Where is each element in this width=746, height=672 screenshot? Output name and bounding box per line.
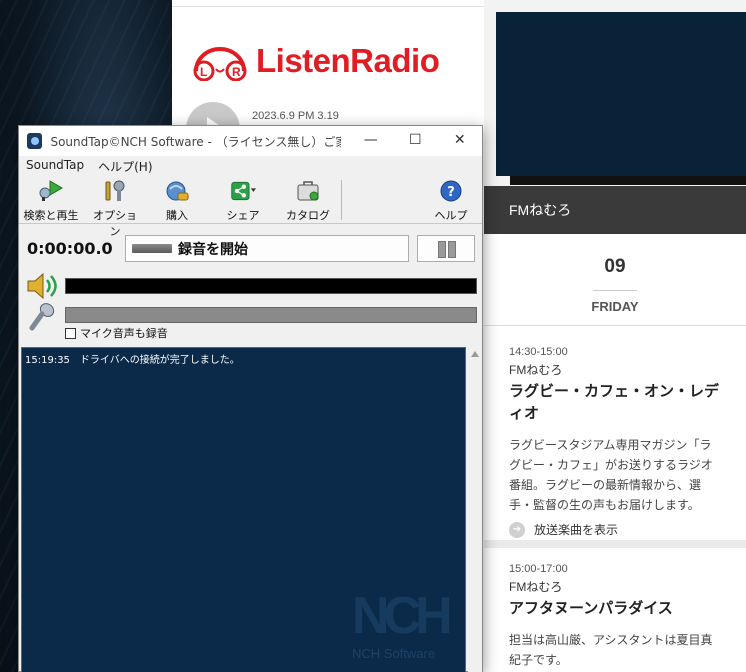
recording-timer: 0:00:00.0 <box>27 239 113 258</box>
program-station: FMねむろ <box>509 580 563 594</box>
menu-soundtap[interactable]: SoundTap <box>19 156 91 176</box>
record-bar-icon <box>132 244 172 253</box>
microphone-icon <box>29 303 55 331</box>
schedule-sidebar: FMねむろ 09 FRIDAY 14:30-15:00 FMねむろ ラグビー・カ… <box>484 0 746 672</box>
recording-controls: 0:00:00.0 録音を開始 <box>19 225 482 269</box>
svg-text:L: L <box>200 65 207 79</box>
program-description: 担当は高山厳、アシスタントは夏目真紀子です。 <box>509 633 713 667</box>
help-icon: ? <box>440 180 462 202</box>
record-microphone-label: マイク音声も録音 <box>80 327 168 340</box>
log-scrollbar[interactable] <box>468 347 482 672</box>
soundtap-window: SoundTap©NCH Software - （ライセンス無し）ご家庭で...… <box>18 125 483 672</box>
output-level-meter <box>65 278 477 294</box>
start-recording-label: 録音を開始 <box>178 241 248 258</box>
scroll-up-arrow-icon[interactable] <box>471 351 479 357</box>
window-title: SoundTap©NCH Software - （ライセンス無し）ご家庭で... <box>50 134 340 149</box>
help-button[interactable]: ? ヘルプ <box>431 178 471 222</box>
date-divider <box>593 290 637 291</box>
record-microphone-checkbox[interactable]: マイク音声も録音 <box>65 325 168 341</box>
maximize-button[interactable]: ☐ <box>393 126 437 156</box>
svg-text:R: R <box>232 65 241 79</box>
toolbar-label: 購入 <box>166 209 188 222</box>
svg-text:?: ? <box>447 185 455 200</box>
show-songs-link[interactable]: ➔ 放送楽曲を表示 <box>509 521 721 538</box>
search-play-button[interactable]: 検索と再生 <box>21 178 81 222</box>
log-time: 15:19:35 <box>25 355 70 366</box>
start-recording-button[interactable]: 録音を開始 <box>125 235 409 262</box>
program-time: 14:30-15:00 <box>509 346 568 358</box>
menu-bar: SoundTap ヘルプ(H) <box>19 156 482 176</box>
catalog-icon <box>297 181 319 201</box>
date-day: 09 <box>604 256 626 277</box>
program-title: アフタヌーンパラダイス <box>509 600 673 617</box>
headphones-logo-icon: L R <box>193 47 247 81</box>
soundtap-app-icon <box>27 133 43 149</box>
header-divider <box>172 6 484 7</box>
catalog-button[interactable]: カタログ <box>283 178 333 222</box>
nch-watermark-text: NCH Software <box>352 646 436 661</box>
logo-wordmark: ListenRadio <box>256 42 440 79</box>
program-card: 15:00-17:00 FMねむろ アフタヌーンパラダイス 担当は高山厳、アシス… <box>484 548 746 672</box>
program-title: ラグビー・カフェ・オン・レディオ <box>509 383 720 422</box>
menu-help[interactable]: ヘルプ(H) <box>91 156 159 176</box>
options-icon <box>105 180 125 201</box>
checkbox-box[interactable] <box>65 327 76 339</box>
broadcast-datetime: 2023.6.9 PM 3.19 <box>252 110 339 122</box>
toolbar: 検索と再生 オプション 購入 シェア カタログ ? ヘルプ <box>19 176 482 238</box>
options-button[interactable]: オプション <box>89 178 141 238</box>
date-weekday: FRIDAY <box>591 299 639 314</box>
nch-watermark-logo: NCH <box>352 587 453 645</box>
listenradio-logo[interactable]: L R ListenRadio <box>190 40 468 82</box>
station-header: FMねむろ <box>484 186 746 234</box>
log-message: ドライバへの接続が完了しました。 <box>79 355 240 366</box>
log-panel[interactable]: 15:19:35 ドライバへの接続が完了しました。 NCH NCH Softwar… <box>21 347 466 672</box>
toolbar-separator <box>341 180 342 220</box>
video-player[interactable] <box>496 12 746 185</box>
title-bar[interactable]: SoundTap©NCH Software - （ライセンス無し）ご家庭で...… <box>19 126 482 156</box>
log-entry: 15:19:35 ドライバへの接続が完了しました。 <box>25 351 240 366</box>
program-station: FMねむろ <box>509 363 563 377</box>
pause-button[interactable] <box>417 235 475 262</box>
arrow-right-icon: ➔ <box>509 521 525 538</box>
microphone-level-meter <box>65 307 477 323</box>
toolbar-label: ヘルプ <box>434 209 468 222</box>
date-display: 09 FRIDAY <box>484 234 746 326</box>
speaker-icon <box>27 272 57 300</box>
minimize-button[interactable]: — <box>349 126 393 156</box>
share-button[interactable]: シェア <box>219 178 267 222</box>
search-play-icon <box>39 180 63 201</box>
toolbar-label: シェア <box>226 209 260 222</box>
buy-icon <box>166 181 189 201</box>
show-songs-label: 放送楽曲を表示 <box>534 523 619 537</box>
program-time: 15:00-17:00 <box>509 563 568 575</box>
program-card: 14:30-15:00 FMねむろ ラグビー・カフェ・オン・レディオ ラグビース… <box>484 326 746 548</box>
share-icon <box>231 181 256 201</box>
toolbar-label: 検索と再生 <box>23 209 79 222</box>
program-description: ラグビースタジアム専用マガジン「ラグビー・カフェ」がお送りするラジオ番組。ラグビ… <box>509 438 713 512</box>
buy-button[interactable]: 購入 <box>155 178 199 222</box>
toolbar-label: カタログ <box>286 209 330 222</box>
close-button[interactable]: ✕ <box>438 126 482 156</box>
